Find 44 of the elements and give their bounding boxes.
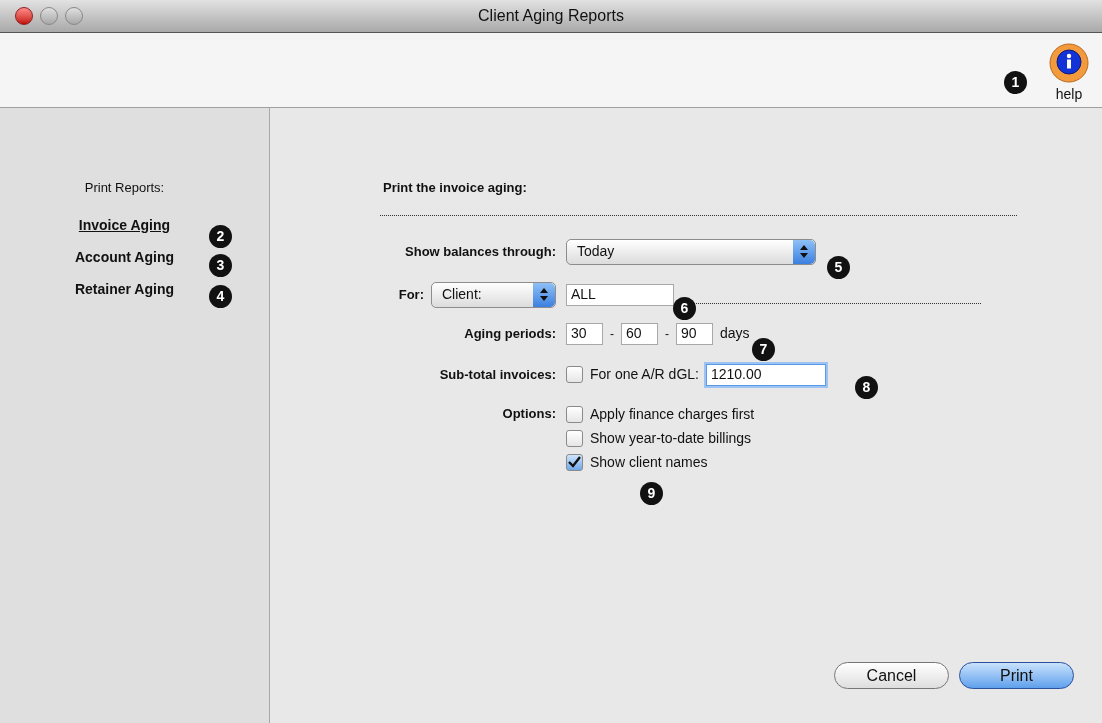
unit-label: days <box>720 324 750 343</box>
dialog-button[interactable]: Print <box>959 662 1074 689</box>
checkmark-icon <box>568 456 581 468</box>
checkbox[interactable] <box>566 366 583 383</box>
period-field[interactable]: 30 <box>566 322 603 345</box>
field-label: Options: <box>501 404 556 423</box>
sidebar-link[interactable]: Invoice Aging <box>78 214 171 236</box>
field-label: Sub-total invoices: <box>438 365 556 384</box>
checkbox-label: Apply finance charges first <box>590 404 755 424</box>
checkbox[interactable] <box>566 453 583 471</box>
callout-number: 5 <box>827 256 850 279</box>
separator: - <box>665 325 669 343</box>
stepper-icon <box>793 239 815 264</box>
field-label: For: <box>398 285 424 304</box>
window-title: Client Aging Reports <box>478 6 624 26</box>
checkbox-label: For one A/R dGL: <box>590 365 699 384</box>
gl-field[interactable]: 1210.00 <box>705 363 826 386</box>
checkbox[interactable] <box>566 429 583 447</box>
dialog-button[interactable]: Cancel <box>834 662 949 689</box>
minimize-button[interactable] <box>40 7 58 25</box>
checkbox-label: Show client names <box>590 452 708 472</box>
info-icon <box>1048 43 1090 83</box>
help-button[interactable]: help <box>1048 43 1090 105</box>
sidebar-link[interactable]: Account Aging <box>74 246 174 268</box>
client-popup[interactable]: Client: <box>431 281 556 308</box>
section-heading: Print the invoice aging: <box>383 179 528 197</box>
zoom-button[interactable] <box>65 7 83 25</box>
sidebar-link[interactable]: Retainer Aging <box>74 278 174 300</box>
client-field[interactable]: ALL <box>566 283 674 306</box>
checkbox[interactable] <box>566 405 583 423</box>
checkbox-label: Show year-to-date billings <box>590 428 752 448</box>
callout-number: 9 <box>640 482 663 505</box>
period-field[interactable]: 90 <box>676 322 713 345</box>
close-button[interactable] <box>15 7 33 25</box>
field-label: Aging periods: <box>463 324 556 343</box>
separator: - <box>610 325 614 343</box>
period-field[interactable]: 60 <box>621 322 658 345</box>
callout-number: 6 <box>673 297 696 320</box>
field-label: Show balances through: <box>404 242 556 261</box>
sidebar-heading: Print Reports: <box>84 179 165 197</box>
callout-number: 7 <box>752 338 775 361</box>
callout-number: 8 <box>855 376 878 399</box>
balances-popup[interactable]: Today <box>566 238 816 265</box>
stepper-icon <box>533 282 555 307</box>
